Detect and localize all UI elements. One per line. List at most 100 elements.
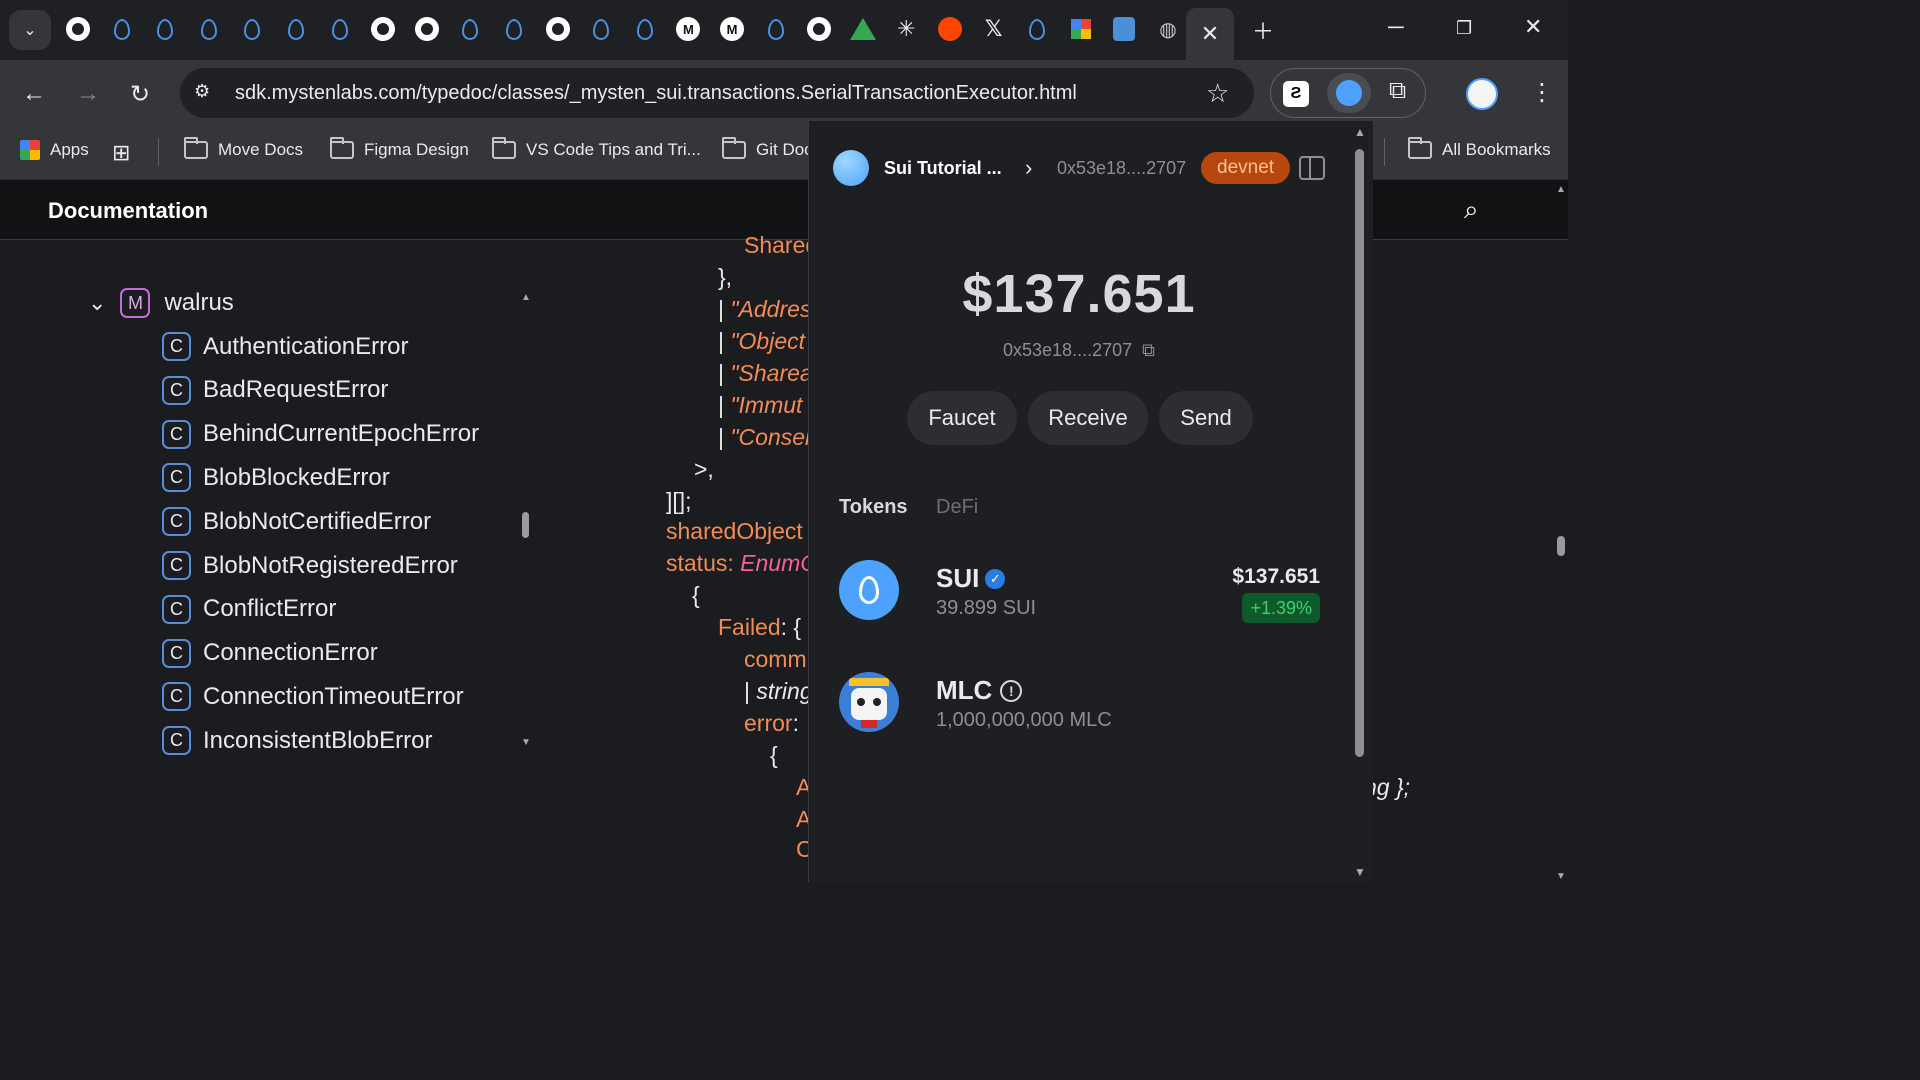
claude-icon[interactable]: ✳ — [893, 16, 919, 42]
token-value: $137.651 — [1232, 565, 1320, 588]
account-avatar[interactable] — [833, 150, 869, 186]
minimize-button[interactable]: ─ — [1388, 14, 1404, 40]
total-balance: $137.651 — [962, 264, 1196, 324]
back-button[interactable]: ← — [22, 80, 46, 108]
tab-groups-icon[interactable]: ⊞ — [112, 140, 130, 166]
restore-button[interactable]: ❐ — [1456, 18, 1472, 39]
tab-search-button[interactable]: ⌄ — [9, 10, 51, 50]
github-icon[interactable] — [65, 16, 91, 42]
network-badge[interactable]: devnet — [1201, 152, 1291, 184]
reddit-icon[interactable] — [937, 16, 963, 42]
account-name[interactable]: Sui Tutorial ... — [884, 158, 1002, 179]
copy-icon[interactable]: ⧉ — [1142, 340, 1155, 361]
github-icon[interactable] — [414, 16, 440, 42]
class-nav-item[interactable]: C BadRequestError — [162, 375, 388, 405]
balance-address-row: 0x53e18....2707 ⧉ — [809, 340, 1349, 361]
token-row-sui[interactable]: SUI ✓ 39.899 SUI $137.651 +1.39% — [809, 551, 1349, 631]
docs-title[interactable]: Documentation — [48, 198, 208, 224]
globe-icon[interactable]: ◍ — [1155, 16, 1181, 42]
apps-grid-icon — [20, 140, 40, 160]
close-window-button[interactable]: ✕ — [1524, 14, 1542, 40]
class-nav-item[interactable]: C BlobNotCertifiedError — [162, 507, 431, 537]
sui-wallet-extension-icon[interactable] — [1327, 73, 1371, 113]
bookmark-vs-code-tips[interactable]: VS Code Tips and Tri... — [492, 137, 701, 160]
bookmark-apps[interactable]: Apps — [20, 140, 89, 160]
github-icon[interactable] — [370, 16, 396, 42]
class-badge-icon: C — [162, 682, 191, 712]
class-nav-item[interactable]: C BlobNotRegisteredError — [162, 551, 458, 580]
extensions-puzzle-icon[interactable]: ⧉ — [1389, 77, 1406, 105]
profile-avatar[interactable] — [1466, 78, 1498, 110]
class-badge-icon: C — [162, 594, 191, 624]
class-nav-item[interactable]: C ConflictError — [162, 594, 336, 624]
extension-icon-1[interactable]: Ƨ — [1283, 81, 1309, 107]
balance-address: 0x53e18....2707 — [1003, 340, 1133, 360]
class-nav-item[interactable]: C ConnectionTimeoutError — [162, 682, 464, 712]
sui-drop-icon[interactable] — [327, 16, 353, 42]
sui-drop-icon[interactable] — [632, 16, 658, 42]
folder-icon — [492, 137, 516, 159]
warning-info-icon[interactable]: ! — [1000, 679, 1023, 702]
sidebar-scrollbar[interactable]: ▲ ▼ — [520, 292, 532, 748]
mysten-wallet-icon[interactable]: M — [719, 16, 745, 42]
close-tab-icon[interactable]: ✕ — [1201, 21, 1219, 47]
faucet-button[interactable]: Faucet — [907, 391, 1017, 445]
sidebar-toggle-icon[interactable] — [1299, 156, 1325, 180]
bookmark-divider — [1384, 138, 1385, 166]
class-nav-item[interactable]: C BlobBlockedError — [162, 463, 390, 493]
site-info-icon[interactable]: ⚙ — [194, 81, 218, 105]
class-nav-item[interactable]: C ConnectionError — [162, 638, 378, 668]
tab-tokens[interactable]: Tokens — [839, 496, 908, 519]
active-tab[interactable]: ✕ — [1186, 8, 1234, 60]
wallet-scrollbar[interactable]: ▲ ▼ — [1353, 125, 1367, 879]
sui-wallet-popup: Sui Tutorial ... › 0x53e18....2707 devne… — [808, 121, 1373, 882]
bookmark-move-docs[interactable]: Move Docs — [184, 137, 303, 160]
token-row-mlc[interactable]: MLC ! 1,000,000,000 MLC — [809, 663, 1349, 743]
reload-button[interactable]: ↻ — [130, 80, 150, 109]
sui-drop-icon[interactable] — [196, 16, 222, 42]
code-token: { — [692, 582, 700, 608]
chevron-right-icon[interactable]: › — [1025, 155, 1032, 181]
github-icon[interactable] — [806, 16, 832, 42]
header-address[interactable]: 0x53e18....2707 — [1057, 158, 1186, 179]
address-bar[interactable]: ⚙ sdk.mystenlabs.com/typedoc/classes/_my… — [180, 68, 1254, 118]
search-icon[interactable]: ⌕ — [1464, 194, 1479, 226]
google-drive-icon[interactable] — [849, 16, 876, 42]
sui-drop-icon[interactable] — [239, 16, 265, 42]
sui-drop-icon[interactable] — [763, 16, 789, 42]
class-name: ConnectionTimeoutError — [203, 682, 464, 710]
chrome-menu-icon[interactable]: ⋮ — [1530, 78, 1554, 107]
class-nav-item[interactable]: C InconsistentBlobError — [162, 726, 433, 756]
forward-button[interactable]: → — [76, 80, 100, 108]
bookmark-figma-design[interactable]: Figma Design — [330, 137, 469, 160]
bookmark-all-bookmarks[interactable]: All Bookmarks — [1408, 137, 1551, 160]
module-tree-row[interactable]: ⌄ M walrus — [88, 288, 234, 318]
extension-page-icon[interactable] — [1111, 16, 1137, 42]
apps-grid-icon[interactable] — [1068, 16, 1094, 42]
bookmark-star-icon[interactable]: ☆ — [1206, 78, 1229, 109]
code-token: ][]; — [666, 488, 692, 514]
sui-drop-icon[interactable] — [283, 16, 309, 42]
class-nav-item[interactable]: C BehindCurrentEpochError — [162, 419, 479, 449]
class-nav-item[interactable]: C AuthenticationError — [162, 332, 408, 361]
class-badge-icon: C — [162, 726, 191, 756]
sui-drop-icon[interactable] — [457, 16, 483, 42]
url-text[interactable]: sdk.mystenlabs.com/typedoc/classes/_myst… — [235, 82, 1077, 105]
receive-button[interactable]: Receive — [1028, 391, 1148, 445]
sui-drop-icon[interactable] — [152, 16, 178, 42]
sui-drop-icon[interactable] — [588, 16, 614, 42]
class-name: InconsistentBlobError — [203, 726, 433, 754]
sui-drop-icon[interactable] — [109, 16, 135, 42]
page-scrollbar[interactable]: ▲ ▼ — [1554, 184, 1568, 882]
new-tab-button[interactable]: ＋ — [1252, 14, 1274, 46]
chevron-down-icon[interactable]: ⌄ — [88, 290, 106, 316]
sui-drop-icon[interactable] — [501, 16, 527, 42]
tab-defi[interactable]: DeFi — [936, 496, 978, 519]
bookmark-git-doc[interactable]: Git Doc — [722, 137, 813, 160]
x-icon[interactable]: 𝕏 — [981, 16, 1007, 42]
github-icon[interactable] — [545, 16, 571, 42]
mysten-wallet-icon[interactable]: M — [675, 16, 701, 42]
folder-icon — [184, 137, 208, 159]
send-button[interactable]: Send — [1159, 391, 1253, 445]
sui-drop-icon[interactable] — [1024, 16, 1050, 42]
